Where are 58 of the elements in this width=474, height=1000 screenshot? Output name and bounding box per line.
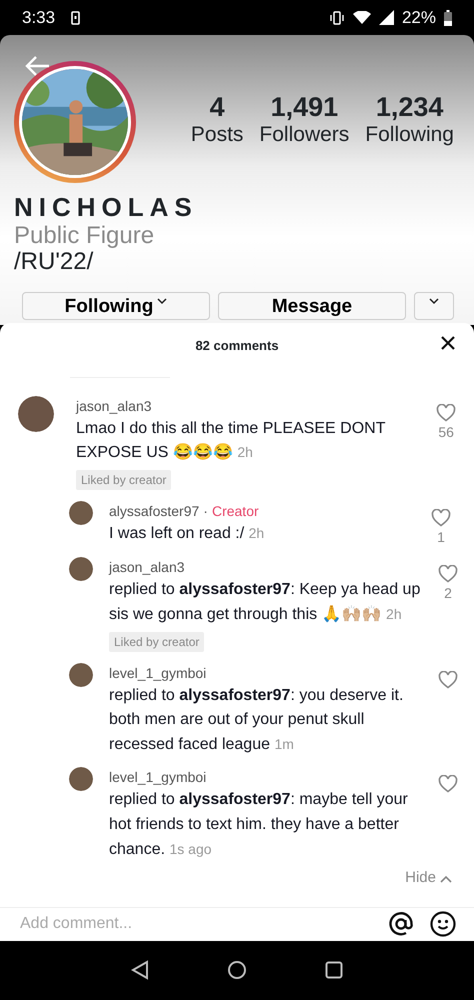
- recents-nav-icon[interactable]: [325, 960, 343, 978]
- heart-icon[interactable]: [438, 775, 458, 794]
- profile-category: Public Figure: [14, 222, 156, 250]
- comment-username[interactable]: level_1_gymboi: [109, 662, 206, 684]
- stat-count: 4: [210, 93, 225, 123]
- heart-icon[interactable]: [438, 670, 458, 689]
- vibrate-icon: [328, 10, 345, 26]
- comment-text: replied to alyssafoster97: you deserve it. both men are out of your penut skull recessed faced league 1m: [109, 686, 404, 756]
- caret-icon: [157, 296, 168, 305]
- avatar: [69, 767, 93, 792]
- caret-icon: [429, 296, 439, 305]
- status-time: 3:33: [22, 6, 56, 29]
- chevron-up-icon: [440, 874, 452, 883]
- liked-by-creator-badge: Liked by creator: [109, 632, 204, 652]
- heart-icon[interactable]: [436, 404, 456, 422]
- creator-tag: Creator: [212, 501, 259, 522]
- profile-button[interactable]: Message: [218, 292, 406, 320]
- comment-username[interactable]: jason_alan3: [109, 557, 185, 578]
- stat-label[interactable]: Posts: [190, 122, 244, 146]
- comment-username[interactable]: alyssafoster97: [109, 501, 200, 522]
- comment-input[interactable]: Add comment...: [18, 911, 372, 938]
- battery-percent: 22%: [402, 6, 436, 29]
- comment-text: Lmao I do this all the time PLEASEE DONT EXPOSE US 😂😂😂 2h: [76, 418, 386, 464]
- avatar: [69, 557, 93, 582]
- sheet-title: 82 comments: [195, 338, 279, 353]
- home-nav-icon[interactable]: [227, 960, 247, 980]
- stat-count: 1,491: [270, 93, 338, 123]
- avatar: [69, 501, 93, 526]
- back-icon[interactable]: [24, 55, 50, 77]
- liked-by-creator-badge: Liked by creator: [76, 470, 172, 490]
- like-count: 2: [444, 584, 452, 604]
- battery-icon: [444, 10, 452, 26]
- comment-username[interactable]: level_1_gymboi: [109, 767, 206, 788]
- stat-label[interactable]: Following: [365, 122, 454, 146]
- wifi-icon: [352, 10, 371, 24]
- comment-text: replied to alyssafoster97: maybe tell your hot friends to text him. they have a better chance. 1s ago: [109, 790, 409, 860]
- phone-icon: [71, 10, 80, 24]
- heart-icon[interactable]: [431, 509, 451, 528]
- profile-name: NICHOLAS: [14, 193, 199, 222]
- at-icon[interactable]: [388, 911, 414, 938]
- dot-separator: ·: [203, 502, 208, 522]
- avatar: [18, 396, 54, 432]
- like-count: 56: [438, 422, 454, 442]
- comment-username[interactable]: jason_alan3: [76, 396, 152, 416]
- emoji-icon[interactable]: [430, 911, 456, 938]
- signal-icon: [378, 10, 394, 25]
- profile-button[interactable]: Following: [22, 292, 210, 320]
- like-count: 1: [437, 528, 445, 548]
- close-button[interactable]: [440, 335, 456, 351]
- close-icon: [440, 335, 456, 351]
- profile-bio: /RU'22/: [14, 249, 94, 276]
- back-nav-icon[interactable]: [131, 960, 149, 980]
- heart-icon[interactable]: [438, 565, 458, 584]
- stat-count: 1,234: [376, 93, 444, 123]
- comment-text: replied to alyssafoster97: Keep ya head up sis we gonna get through this 🙏🙌🏼🙌🏼 2h: [109, 580, 422, 625]
- stat-label[interactable]: Followers: [259, 122, 350, 146]
- comment-text: I was left on read :/ 2h: [109, 524, 266, 544]
- avatar: [69, 662, 93, 687]
